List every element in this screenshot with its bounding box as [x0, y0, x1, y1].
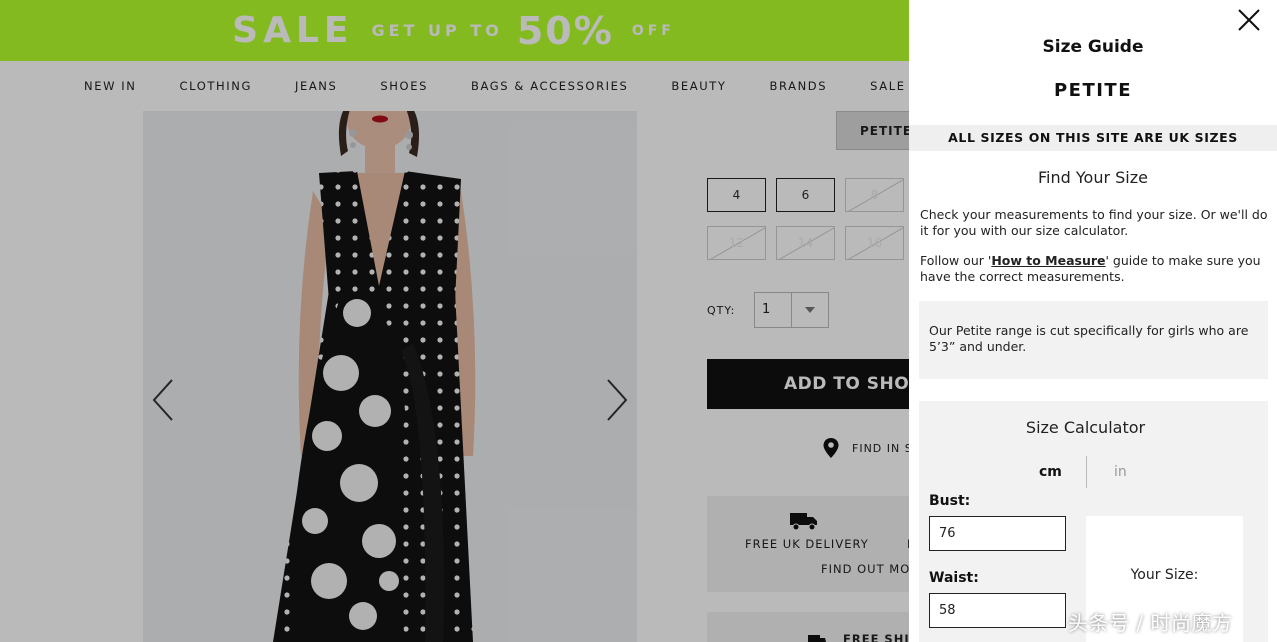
size-label: 6	[801, 188, 810, 202]
how-to-measure-text: Follow our 'How to Measure' guide to mak…	[920, 253, 1270, 285]
unit-toggle-cm[interactable]: cm	[1039, 464, 1062, 480]
uk-sizes-notice: ALL SIZES ON THIS SITE ARE UK SIZES	[909, 125, 1277, 151]
close-icon[interactable]	[1234, 5, 1264, 35]
size-label: 8	[870, 188, 879, 202]
size-label: 14	[797, 236, 814, 250]
petite-note: Our Petite range is cut specifically for…	[919, 301, 1268, 379]
waist-input[interactable]	[929, 593, 1066, 628]
find-your-size-heading: Find Your Size	[1038, 168, 1148, 187]
size-calculator-title: Size Calculator	[1025, 418, 1146, 437]
modal-backdrop[interactable]	[0, 0, 909, 642]
waist-label: Waist:	[929, 570, 979, 586]
your-size-label: Your Size:	[1130, 567, 1199, 583]
size-label: 16	[866, 236, 883, 250]
size-guide-subtitle: PETITE	[1053, 80, 1133, 101]
size-label: 4	[732, 188, 741, 202]
unit-toggle-in[interactable]: in	[1114, 464, 1127, 480]
watermark: 头条号 / 时尚魔方	[1068, 611, 1233, 635]
size-calculator: Size Calculator cm in Bust: Waist: Your …	[919, 401, 1268, 642]
unit-divider	[1086, 456, 1087, 488]
size-guide-intro: Check your measurements to find your siz…	[920, 207, 1268, 238]
bust-label: Bust:	[929, 493, 971, 509]
size-label: 12	[728, 236, 745, 250]
follow-prefix: Follow our '	[920, 253, 992, 268]
bust-input[interactable]	[929, 516, 1066, 551]
size-guide-title: Size Guide	[1042, 37, 1144, 57]
size-guide-panel: Size Guide PETITE ALL SIZES ON THIS SITE…	[909, 0, 1277, 642]
how-to-measure-link[interactable]: How to Measure	[991, 253, 1105, 268]
